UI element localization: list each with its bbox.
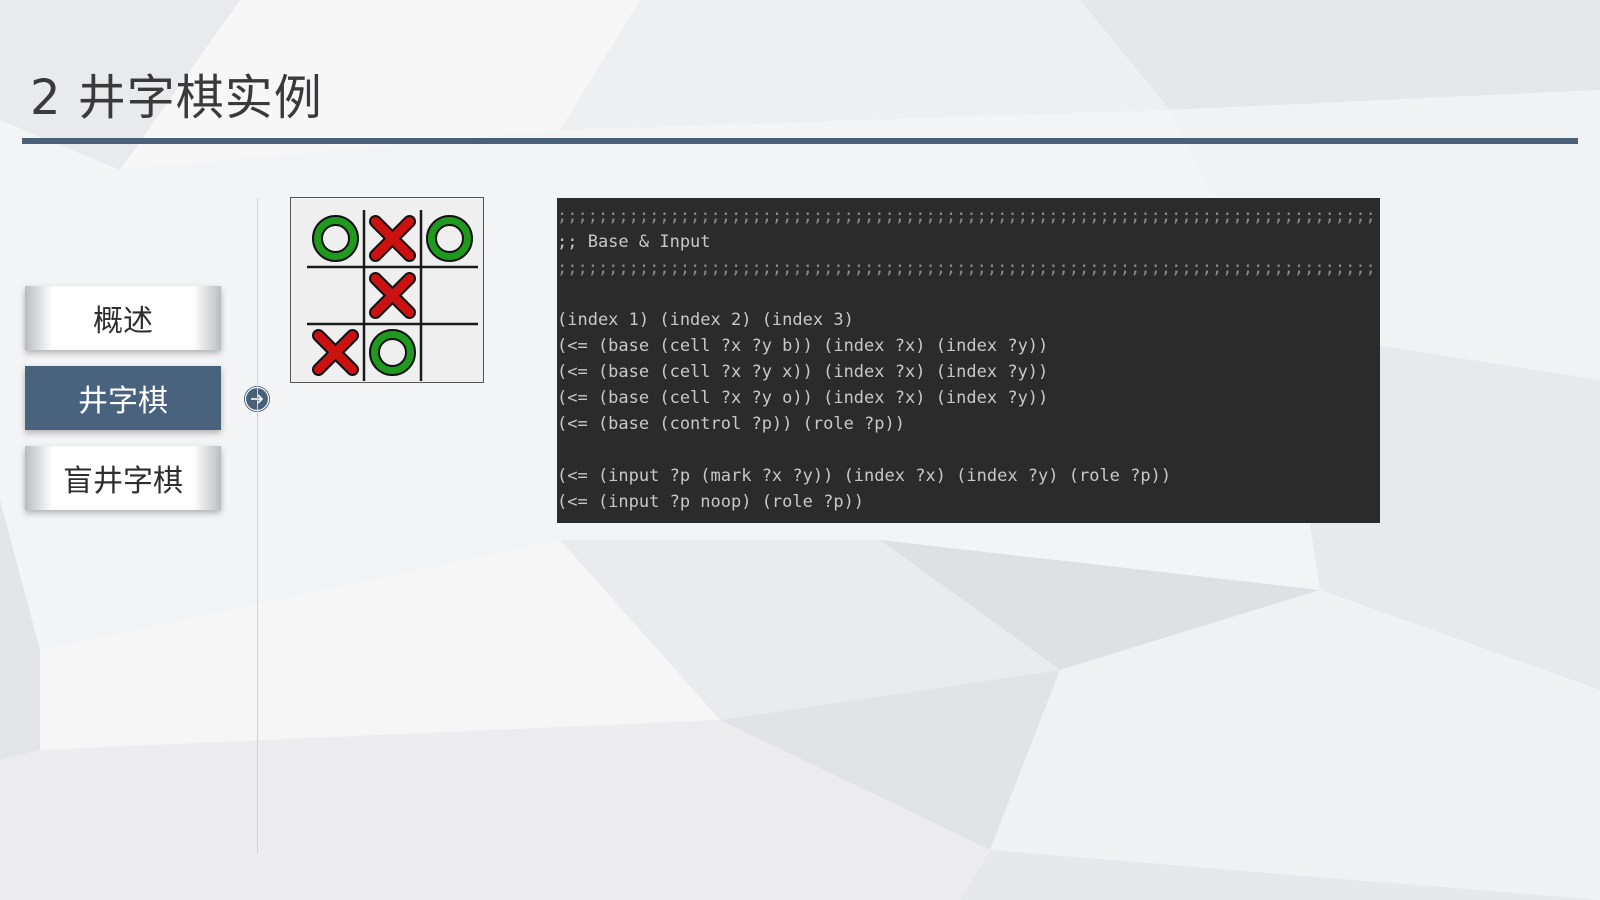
nav-item-tictactoe[interactable]: 井字棋 — [25, 366, 221, 430]
o-mark-icon — [369, 329, 416, 376]
nav-item-blind-tictactoe[interactable]: 盲井字棋 — [25, 446, 221, 510]
vertical-divider — [257, 198, 258, 853]
slide-title: 2 井字棋实例 — [30, 70, 323, 126]
code-line: (<= (input ?p noop) (role ?p)) — [557, 492, 865, 512]
section-nav: 概述 井字棋 盲井字棋 — [25, 286, 221, 526]
code-block: ;;;;;;;;;;;;;;;;;;;;;;;;;;;;;;;;;;;;;;;;… — [557, 198, 1380, 523]
x-mark-icon — [312, 329, 359, 376]
code-line: (<= (base (cell ?x ?y x)) (index ?x) (in… — [557, 362, 1049, 382]
x-mark-icon — [369, 272, 416, 319]
code-line: (index 1) (index 2) (index 3) — [557, 310, 854, 330]
tictactoe-board — [290, 197, 484, 383]
o-mark-icon — [312, 215, 359, 262]
o-mark-icon — [426, 215, 473, 262]
code-line: ;; Base & Input — [557, 232, 711, 252]
code-line: ;;;;;;;;;;;;;;;;;;;;;;;;;;;;;;;;;;;;;;;;… — [557, 206, 1376, 226]
code-line: (<= (base (cell ?x ?y o)) (index ?x) (in… — [557, 388, 1049, 408]
title-divider — [22, 138, 1578, 144]
nav-item-overview[interactable]: 概述 — [25, 286, 221, 350]
code-line: (<= (base (control ?p)) (role ?p)) — [557, 414, 905, 434]
x-mark-icon — [369, 215, 416, 262]
code-line: ;;;;;;;;;;;;;;;;;;;;;;;;;;;;;;;;;;;;;;;;… — [557, 258, 1376, 278]
tictactoe-grid — [307, 210, 478, 381]
code-line: (<= (base (cell ?x ?y b)) (index ?x) (in… — [557, 336, 1049, 356]
code-line: (<= (input ?p (mark ?x ?y)) (index ?x) (… — [557, 466, 1172, 486]
